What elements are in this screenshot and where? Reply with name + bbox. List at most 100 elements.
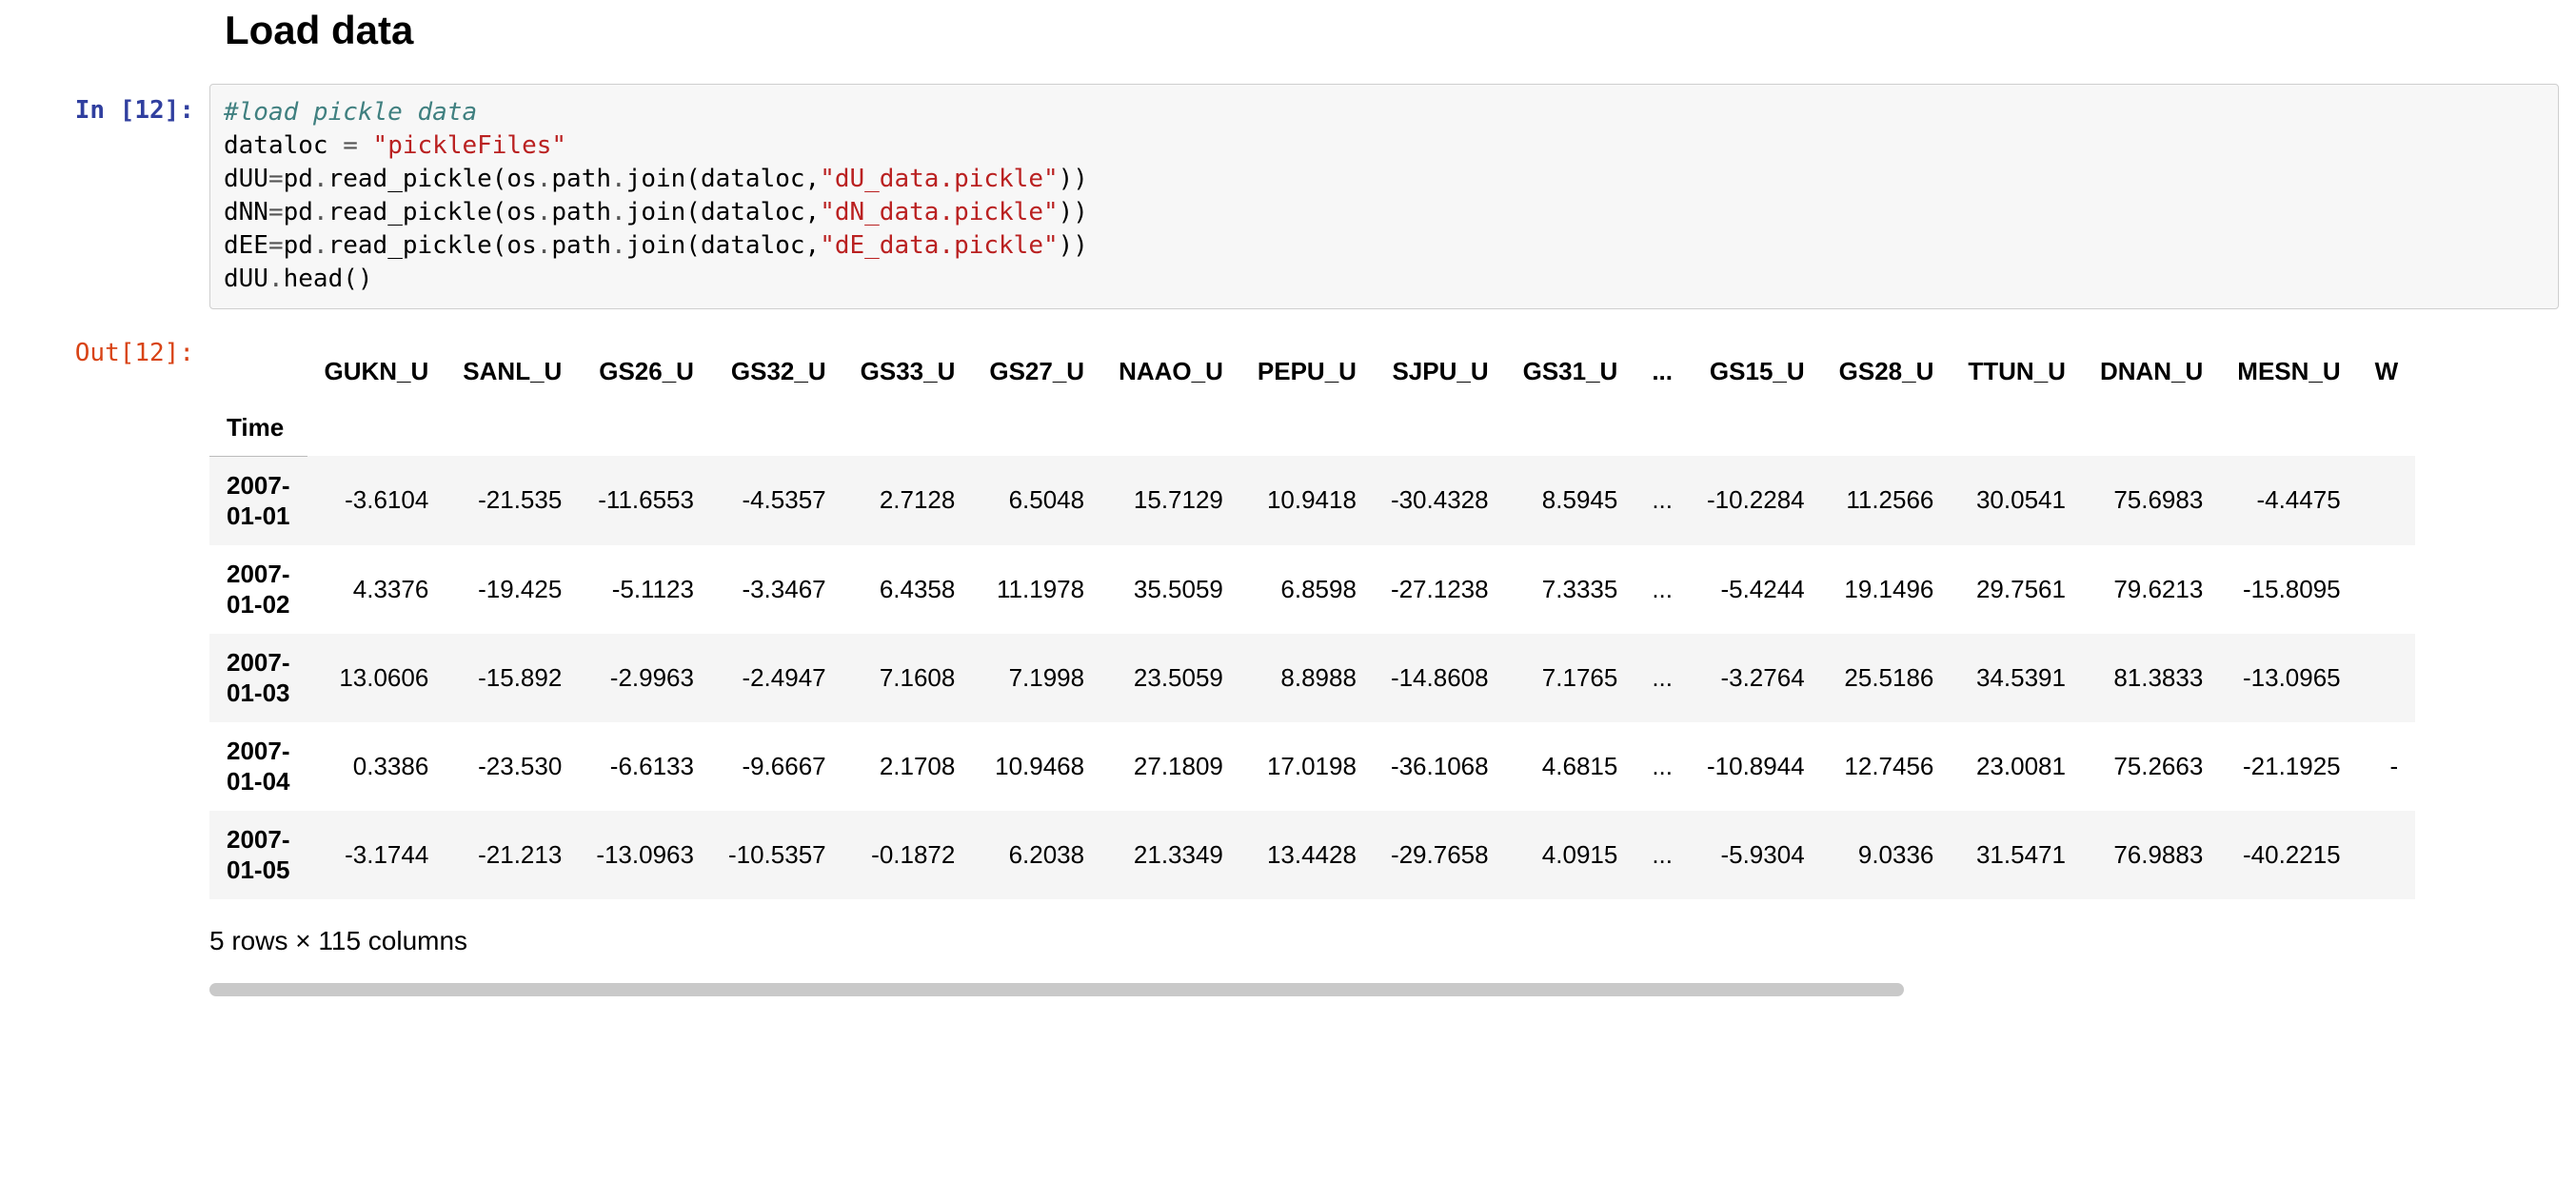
dataframe-cell: 27.1809: [1101, 722, 1240, 811]
dataframe-cell: 13.0606: [307, 634, 446, 722]
output-content: GUKN_USANL_UGS26_UGS32_UGS33_UGS27_UNAAO…: [209, 326, 2576, 996]
code-comment: #load pickle data: [224, 98, 477, 127]
dataframe-cell: 35.5059: [1101, 545, 1240, 634]
dataframe-cell: -27.1238: [1374, 545, 1506, 634]
dataframe-column-header: ...: [1635, 344, 1690, 400]
dataframe-cell: -10.8944: [1690, 722, 1822, 811]
dataframe-cell: 23.5059: [1101, 634, 1240, 722]
markdown-cell: Load data: [0, 8, 2576, 53]
dataframe-cell: -3.3467: [711, 545, 843, 634]
dataframe-cell: 79.6213: [2083, 545, 2220, 634]
dataframe-column-header: NAAO_U: [1101, 344, 1240, 400]
dataframe-cell: 9.0336: [1822, 811, 1952, 899]
dataframe-cell: 34.5391: [1951, 634, 2083, 722]
dataframe-cell: -2.9963: [579, 634, 711, 722]
dataframe-cell: 11.1978: [972, 545, 1101, 634]
dataframe-cell: -3.6104: [307, 456, 446, 545]
table-row: 2007-01-0313.0606-15.892-2.9963-2.49477.…: [209, 634, 2415, 722]
output-prompt: Out[12]:: [0, 326, 209, 370]
dataframe-cell: 7.3335: [1506, 545, 1635, 634]
dataframe-cell: -10.5357: [711, 811, 843, 899]
dataframe-caption: 5 rows × 115 columns: [209, 926, 2568, 956]
dataframe-cell: -10.2284: [1690, 456, 1822, 545]
dataframe-cell: -29.7658: [1374, 811, 1506, 899]
dataframe-cell: 19.1496: [1822, 545, 1952, 634]
dataframe-header-row: GUKN_USANL_UGS26_UGS32_UGS33_UGS27_UNAAO…: [209, 344, 2415, 400]
dataframe-cell: 10.9418: [1240, 456, 1374, 545]
horizontal-scrollbar-thumb[interactable]: [209, 983, 1904, 996]
dataframe-index-name: Time: [209, 400, 307, 457]
dataframe-cell: 0.3386: [307, 722, 446, 811]
dataframe-cell: 8.8988: [1240, 634, 1374, 722]
dataframe-cell: 6.2038: [972, 811, 1101, 899]
table-row: 2007-01-040.3386-23.530-6.6133-9.66672.1…: [209, 722, 2415, 811]
dataframe-column-header: GS32_U: [711, 344, 843, 400]
dataframe-cell: 75.6983: [2083, 456, 2220, 545]
dataframe-cell: -14.8608: [1374, 634, 1506, 722]
dataframe-cell: 31.5471: [1951, 811, 2083, 899]
dataframe-cell: -23.530: [446, 722, 579, 811]
dataframe-cell: ...: [1635, 545, 1690, 634]
dataframe-column-header: GUKN_U: [307, 344, 446, 400]
dataframe-column-header: SJPU_U: [1374, 344, 1506, 400]
dataframe-column-header: SANL_U: [446, 344, 579, 400]
dataframe-cell: ...: [1635, 722, 1690, 811]
table-row: 2007-01-024.3376-19.425-5.1123-3.34676.4…: [209, 545, 2415, 634]
dataframe-cell: 15.7129: [1101, 456, 1240, 545]
dataframe-cell: -5.9304: [1690, 811, 1822, 899]
dataframe-cell: 25.5186: [1822, 634, 1952, 722]
dataframe-cell: 75.2663: [2083, 722, 2220, 811]
dataframe-cell: 4.6815: [1506, 722, 1635, 811]
dataframe-cell: -5.1123: [579, 545, 711, 634]
dataframe-cell: [2358, 811, 2416, 899]
dataframe-column-header: GS28_U: [1822, 344, 1952, 400]
dataframe-column-header: W: [2358, 344, 2416, 400]
section-heading: Load data: [225, 8, 2576, 53]
dataframe-cell: -3.1744: [307, 811, 446, 899]
input-prompt: In [12]:: [0, 84, 209, 128]
dataframe-column-header: PEPU_U: [1240, 344, 1374, 400]
dataframe-cell: -: [2358, 722, 2416, 811]
table-row: 2007-01-01-3.6104-21.535-11.6553-4.53572…: [209, 456, 2415, 545]
dataframe-row-index: 2007-01-03: [209, 634, 307, 722]
notebook-container: Load data In [12]: #load pickle data dat…: [0, 0, 2576, 1180]
code-block[interactable]: #load pickle data dataloc = "pickleFiles…: [209, 84, 2559, 309]
dataframe-column-header: TTUN_U: [1951, 344, 2083, 400]
dataframe-cell: [2358, 545, 2416, 634]
dataframe-cell: 21.3349: [1101, 811, 1240, 899]
dataframe-cell: 12.7456: [1822, 722, 1952, 811]
dataframe-column-header: GS31_U: [1506, 344, 1635, 400]
dataframe-cell: 6.8598: [1240, 545, 1374, 634]
dataframe-body: 2007-01-01-3.6104-21.535-11.6553-4.53572…: [209, 456, 2415, 899]
dataframe-cell: 4.3376: [307, 545, 446, 634]
dataframe-cell: -5.4244: [1690, 545, 1822, 634]
dataframe-cell: -9.6667: [711, 722, 843, 811]
dataframe-cell: -15.8095: [2220, 545, 2357, 634]
dataframe-cell: -0.1872: [843, 811, 973, 899]
dataframe-corner: [209, 344, 307, 400]
dataframe-cell: 17.0198: [1240, 722, 1374, 811]
dataframe-cell: -19.425: [446, 545, 579, 634]
dataframe-cell: -11.6553: [579, 456, 711, 545]
dataframe-cell: 7.1998: [972, 634, 1101, 722]
dataframe-column-header: GS27_U: [972, 344, 1101, 400]
dataframe-scroll[interactable]: GUKN_USANL_UGS26_UGS32_UGS33_UGS27_UNAAO…: [209, 326, 2568, 996]
dataframe-cell: -2.4947: [711, 634, 843, 722]
dataframe-cell: -30.4328: [1374, 456, 1506, 545]
horizontal-scrollbar[interactable]: [209, 983, 2551, 996]
dataframe-cell: [2358, 634, 2416, 722]
code-input-area[interactable]: #load pickle data dataloc = "pickleFiles…: [209, 84, 2576, 309]
dataframe-row-index: 2007-01-04: [209, 722, 307, 811]
dataframe-cell: -6.6133: [579, 722, 711, 811]
dataframe-cell: 6.5048: [972, 456, 1101, 545]
dataframe-index-name-row: Time: [209, 400, 2415, 457]
dataframe-cell: 2.7128: [843, 456, 973, 545]
dataframe-column-header: DNAN_U: [2083, 344, 2220, 400]
dataframe-cell: -13.0965: [2220, 634, 2357, 722]
dataframe-cell: -40.2215: [2220, 811, 2357, 899]
dataframe-row-index: 2007-01-05: [209, 811, 307, 899]
dataframe-cell: 81.3833: [2083, 634, 2220, 722]
dataframe-cell: -4.5357: [711, 456, 843, 545]
dataframe-cell: 13.4428: [1240, 811, 1374, 899]
dataframe-cell: 7.1765: [1506, 634, 1635, 722]
